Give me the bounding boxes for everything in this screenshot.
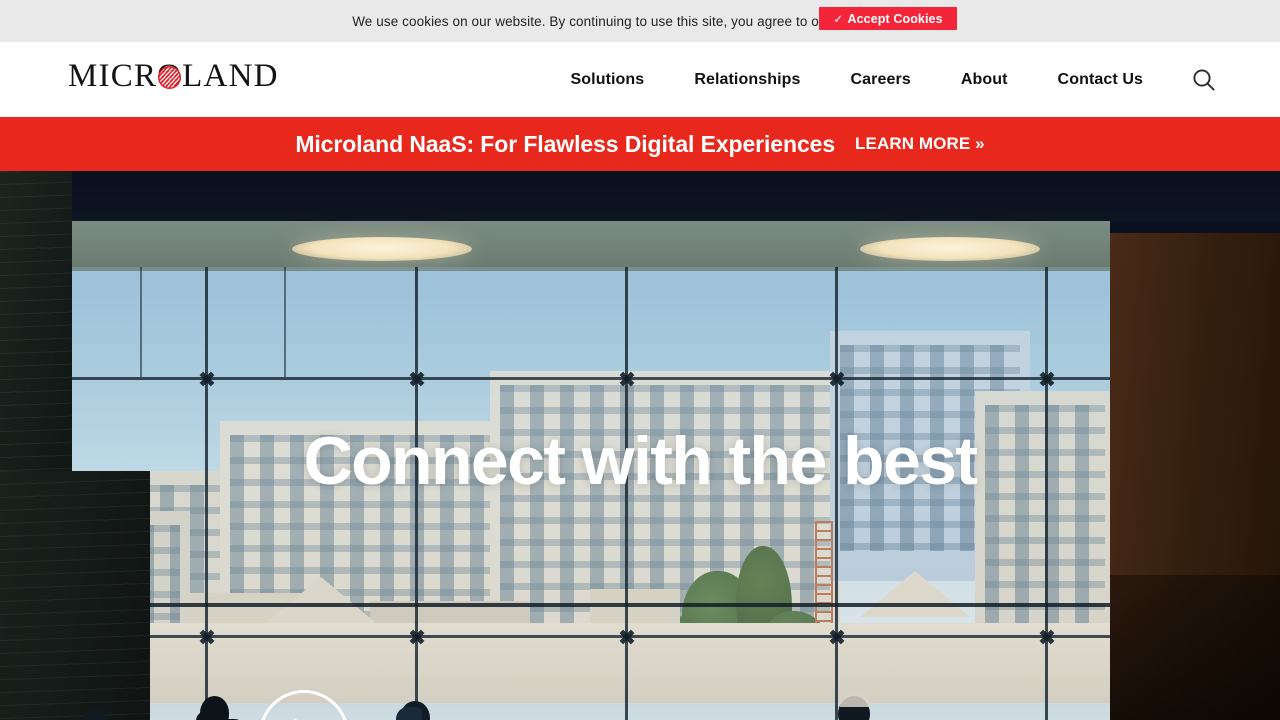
microland-globe-icon bbox=[158, 66, 181, 89]
ceiling-light-left bbox=[292, 237, 472, 261]
interior-wall-right-shadow bbox=[1110, 575, 1280, 720]
nav-item-about[interactable]: About bbox=[936, 71, 1033, 89]
rooftop-gable bbox=[266, 577, 376, 623]
balcony-railing bbox=[70, 603, 1110, 607]
hero-title: Connect with the best bbox=[303, 423, 978, 499]
cookie-consent-bar: We use cookies on our website. By contin… bbox=[0, 0, 1280, 42]
cookie-message-text: We use cookies on our website. By contin… bbox=[352, 13, 832, 29]
microland-logo[interactable]: MICROLAND bbox=[68, 60, 279, 93]
interior-wall-left-lower bbox=[0, 471, 150, 720]
nav-item-contact-us[interactable]: Contact Us bbox=[1033, 71, 1168, 89]
ceiling-slab bbox=[0, 171, 1280, 223]
page-root: We use cookies on our website. By contin… bbox=[0, 0, 1280, 720]
rooftop-structure bbox=[590, 589, 680, 627]
main-navigation: Solutions Relationships Careers About Co… bbox=[546, 42, 1168, 117]
promo-banner-title: Microland NaaS: For Flawless Digital Exp… bbox=[295, 130, 836, 157]
search-icon[interactable] bbox=[1190, 66, 1218, 94]
promo-banner: Microland NaaS: For Flawless Digital Exp… bbox=[0, 117, 1280, 171]
promo-learn-more-link[interactable]: LEARN MORE » bbox=[855, 134, 985, 154]
rooftop-gable bbox=[860, 571, 970, 617]
person-silhouette-hair bbox=[396, 707, 422, 720]
accept-cookies-label: Accept Cookies bbox=[847, 11, 943, 26]
check-icon: ✓ bbox=[833, 11, 844, 26]
nav-item-relationships[interactable]: Relationships bbox=[669, 71, 825, 89]
nav-item-solutions[interactable]: Solutions bbox=[546, 71, 670, 89]
nav-item-careers[interactable]: Careers bbox=[826, 71, 936, 89]
accept-cookies-button[interactable]: ✓ Accept Cookies bbox=[819, 7, 957, 30]
ceiling-light-right bbox=[860, 237, 1040, 261]
hero-section: Connect with the best bbox=[0, 171, 1280, 720]
site-header: MICROLAND Solutions Relationships Career… bbox=[0, 42, 1280, 117]
